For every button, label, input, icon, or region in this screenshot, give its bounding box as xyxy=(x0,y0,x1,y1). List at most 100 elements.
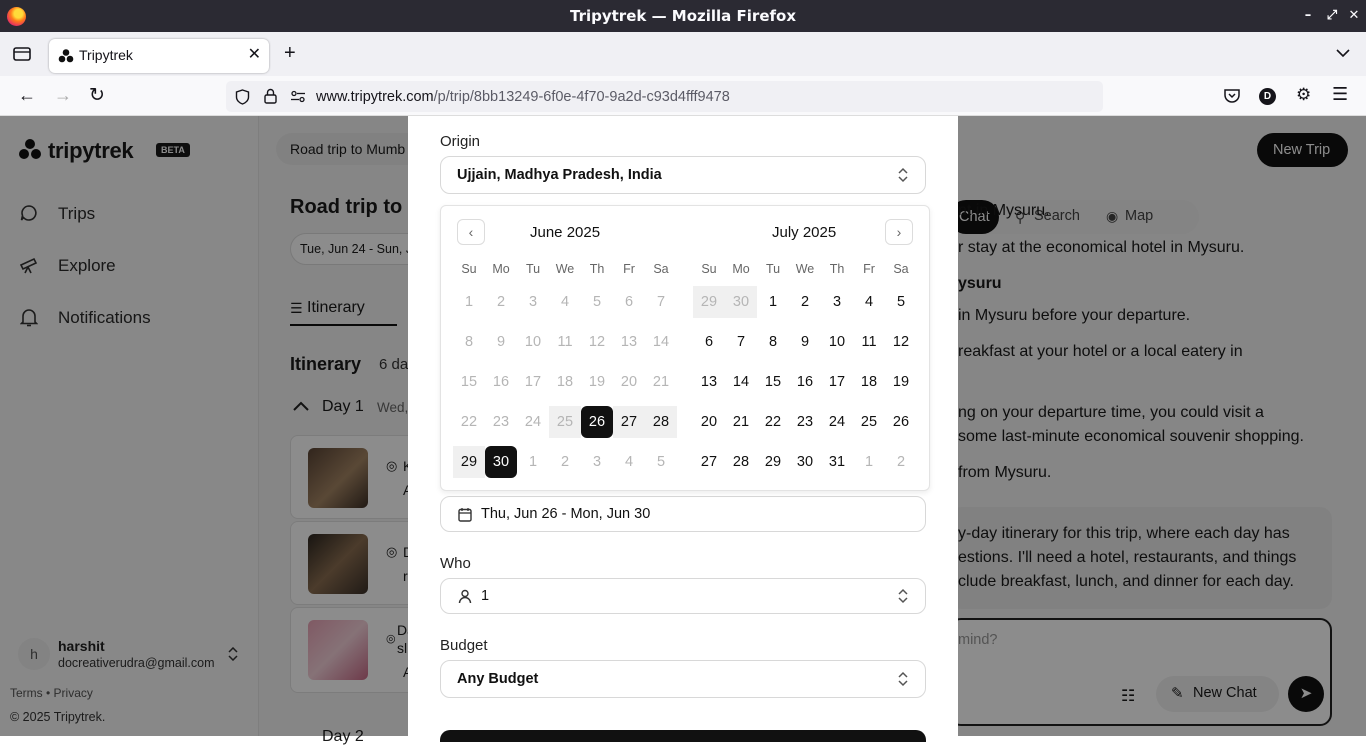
calendar-day[interactable]: 15 xyxy=(757,366,789,398)
calendar-day[interactable]: 5 xyxy=(645,446,677,478)
chevron-updown-icon xyxy=(898,167,908,183)
date-range-field[interactable]: Thu, Jun 26 - Mon, Jun 30 xyxy=(440,496,926,532)
calendar-day[interactable]: 10 xyxy=(517,326,549,358)
close-tab-icon[interactable]: ✕ xyxy=(248,44,261,64)
new-tab-icon[interactable]: + xyxy=(284,42,296,65)
calendar-day[interactable]: 4 xyxy=(613,446,645,478)
calendar-day[interactable]: 15 xyxy=(453,366,485,398)
origin-select[interactable]: Ujjain, Madhya Pradesh, India xyxy=(440,156,926,194)
calendar-day[interactable]: 4 xyxy=(853,286,885,318)
maximize-icon[interactable]: ⤢ xyxy=(1320,0,1344,32)
close-window-icon[interactable]: ✕ xyxy=(1342,0,1366,32)
calendar-day[interactable]: 25 xyxy=(549,406,581,438)
calendar-day[interactable]: 13 xyxy=(693,366,725,398)
calendar-day[interactable]: 3 xyxy=(821,286,853,318)
calendar-day[interactable]: 3 xyxy=(517,286,549,318)
calendar-day[interactable]: 21 xyxy=(725,406,757,438)
calendar-day[interactable]: 2 xyxy=(885,446,917,478)
forward-icon[interactable]: → xyxy=(54,85,72,106)
tab-list-chevron-icon[interactable] xyxy=(1336,48,1350,58)
calendar-day[interactable]: 1 xyxy=(853,446,885,478)
budget-select[interactable]: Any Budget xyxy=(440,660,926,698)
calendar-day[interactable]: 25 xyxy=(853,406,885,438)
calendar-day[interactable]: 30 xyxy=(725,286,757,318)
calendar-day[interactable]: 13 xyxy=(613,326,645,358)
calendar-day[interactable]: 30 xyxy=(789,446,821,478)
calendar-day[interactable]: 31 xyxy=(821,446,853,478)
calendar-day[interactable]: 20 xyxy=(613,366,645,398)
shield-icon[interactable] xyxy=(235,89,250,105)
calendar-day[interactable]: 29 xyxy=(757,446,789,478)
url-text[interactable]: www.tripytrek.com/p/trip/8bb13249-6f0e-4… xyxy=(316,89,730,105)
url-bar[interactable]: www.tripytrek.com/p/trip/8bb13249-6f0e-4… xyxy=(226,81,1103,112)
reload-icon[interactable]: ↻ xyxy=(89,84,105,107)
calendar-day[interactable]: 6 xyxy=(693,326,725,358)
minimize-icon[interactable]: – xyxy=(1296,0,1320,32)
calendar-day[interactable]: 21 xyxy=(645,366,677,398)
calendar-day[interactable]: 23 xyxy=(789,406,821,438)
calendar-day[interactable]: 1 xyxy=(453,286,485,318)
calendar-day[interactable]: 19 xyxy=(581,366,613,398)
permissions-icon[interactable] xyxy=(290,90,306,103)
pocket-icon[interactable] xyxy=(1224,88,1240,103)
menu-hamburger-icon[interactable]: ☰ xyxy=(1332,84,1348,105)
weekday-header: Sa xyxy=(653,262,669,276)
calendar-day[interactable]: 7 xyxy=(645,286,677,318)
calendar-day[interactable]: 22 xyxy=(453,406,485,438)
calendar-day[interactable]: 9 xyxy=(789,326,821,358)
calendar-day[interactable]: 16 xyxy=(789,366,821,398)
calendar-day[interactable]: 12 xyxy=(581,326,613,358)
calendar-day[interactable]: 23 xyxy=(485,406,517,438)
calendar-day[interactable]: 9 xyxy=(485,326,517,358)
extensions-icon[interactable]: ⚙ xyxy=(1296,85,1311,105)
calendar-day[interactable]: 6 xyxy=(613,286,645,318)
calendar-day[interactable]: 2 xyxy=(485,286,517,318)
calendar-day[interactable]: 14 xyxy=(725,366,757,398)
lock-icon[interactable] xyxy=(264,88,277,104)
back-icon[interactable]: ← xyxy=(18,85,36,106)
calendar-day[interactable]: 5 xyxy=(581,286,613,318)
calendar-day[interactable]: 4 xyxy=(549,286,581,318)
submit-button[interactable] xyxy=(440,730,926,742)
calendar-day[interactable]: 1 xyxy=(517,446,549,478)
calendar-day[interactable]: 3 xyxy=(581,446,613,478)
calendar-day[interactable]: 8 xyxy=(757,326,789,358)
calendar-day[interactable]: 28 xyxy=(645,406,677,438)
calendar-day[interactable]: 16 xyxy=(485,366,517,398)
calendar-day[interactable]: 10 xyxy=(821,326,853,358)
account-avatar-icon[interactable]: D xyxy=(1259,88,1276,105)
calendar-day[interactable]: 29 xyxy=(693,286,725,318)
calendar-day[interactable]: 17 xyxy=(821,366,853,398)
calendar-day[interactable]: 18 xyxy=(853,366,885,398)
calendar-day[interactable]: 28 xyxy=(725,446,757,478)
calendar-day[interactable]: 30 xyxy=(485,446,517,478)
calendar-day[interactable]: 11 xyxy=(853,326,885,358)
calendar-day[interactable]: 11 xyxy=(549,326,581,358)
calendar-day[interactable]: 12 xyxy=(885,326,917,358)
who-select[interactable]: 1 xyxy=(440,578,926,614)
calendar-day[interactable]: 26 xyxy=(885,406,917,438)
prev-month-button[interactable]: ‹ xyxy=(457,219,485,245)
calendar-day[interactable]: 8 xyxy=(453,326,485,358)
calendar-day[interactable]: 2 xyxy=(549,446,581,478)
chevron-updown-icon xyxy=(898,588,908,604)
calendar-day[interactable]: 18 xyxy=(549,366,581,398)
calendar-day[interactable]: 29 xyxy=(453,446,485,478)
calendar-day[interactable]: 22 xyxy=(757,406,789,438)
calendar-day[interactable]: 27 xyxy=(613,406,645,438)
calendar-day[interactable]: 27 xyxy=(693,446,725,478)
calendar-day[interactable]: 26 xyxy=(581,406,613,438)
firefox-view-icon[interactable] xyxy=(13,46,31,62)
calendar-day[interactable]: 14 xyxy=(645,326,677,358)
calendar-day[interactable]: 24 xyxy=(517,406,549,438)
calendar-day[interactable]: 1 xyxy=(757,286,789,318)
calendar-day[interactable]: 2 xyxy=(789,286,821,318)
calendar-day[interactable]: 17 xyxy=(517,366,549,398)
calendar-day[interactable]: 20 xyxy=(693,406,725,438)
next-month-button[interactable]: › xyxy=(885,219,913,245)
calendar-day[interactable]: 24 xyxy=(821,406,853,438)
calendar-day[interactable]: 7 xyxy=(725,326,757,358)
calendar-day[interactable]: 5 xyxy=(885,286,917,318)
calendar-day[interactable]: 19 xyxy=(885,366,917,398)
tab-tripytrek[interactable]: Tripytrek ✕ xyxy=(49,39,269,73)
